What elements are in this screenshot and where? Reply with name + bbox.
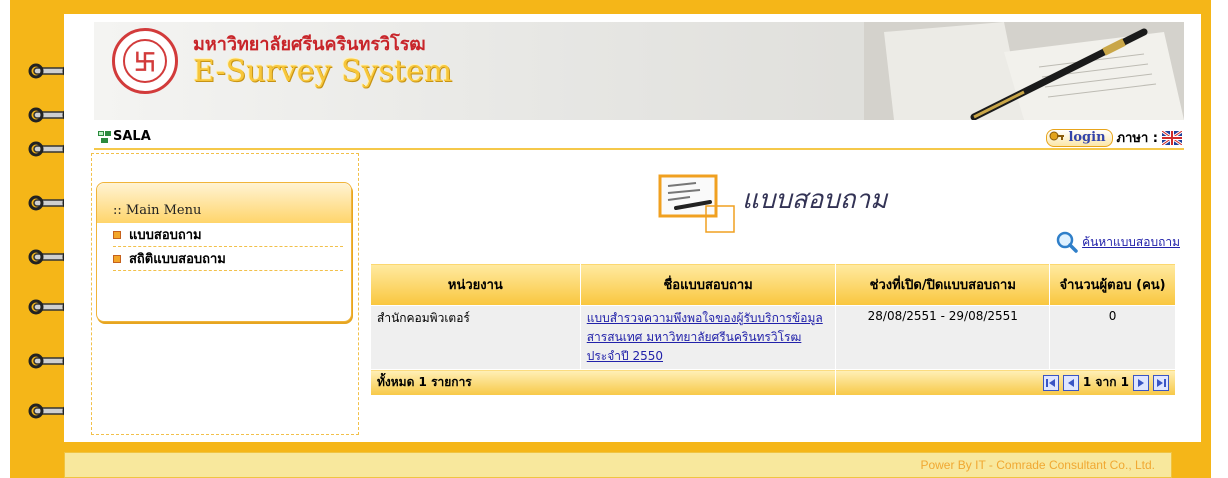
column-header-period: ช่วงที่เปิด/ปิดแบบสอบถาม — [835, 263, 1051, 306]
university-emblem-icon: 卐 — [123, 39, 167, 83]
sidebar-item-survey-stats[interactable]: สถิติแบบสอบถาม — [113, 247, 343, 271]
next-page-icon[interactable] — [1133, 374, 1149, 391]
page-title: แบบสอบถาม — [742, 184, 888, 215]
site-label: SALA — [98, 129, 151, 144]
column-header-survey-name: ชื่อแบบสอบถาม — [579, 263, 837, 306]
table-row: สำนักคอมพิวเตอร์ แบบสำรวจความพึงพอใจของผ… — [370, 305, 1176, 370]
pager-cell: 1 จาก 1 — [835, 369, 1176, 396]
page-heading: แบบสอบถาม — [656, 172, 887, 234]
page-indicator: 1 จาก 1 — [1082, 375, 1129, 389]
login-button[interactable]: login — [1046, 128, 1113, 147]
column-header-respondents: จำนวนผู้ตอบ (คน) — [1049, 263, 1176, 306]
first-page-icon[interactable] — [1042, 374, 1059, 391]
network-icon — [98, 130, 111, 143]
key-icon — [1049, 131, 1065, 140]
survey-name-cell: แบบสำรวจความพึงพอใจของผู้รับบริการข้อมูล… — [579, 305, 837, 370]
footer: Power By IT - Comrade Consultant Co., Lt… — [64, 452, 1172, 478]
last-page-icon[interactable] — [1153, 374, 1169, 391]
search-survey-link[interactable]: ค้นหาแบบสอบถาม — [1082, 233, 1180, 252]
survey-link[interactable]: แบบสำรวจความพึงพอใจของผู้รับบริการข้อมูล… — [587, 311, 823, 363]
period-cell: 28/08/2551 - 29/08/2551 — [835, 305, 1051, 370]
survey-table: หน่วยงาน ชื่อแบบสอบถาม ช่วงที่เปิด/ปิดแบ… — [369, 263, 1176, 396]
total-count: ทั้งหมด 1 รายการ — [369, 369, 837, 396]
sidebar: :: Main Menu แบบสอบถาม สถิติแบบสอบถาม — [91, 153, 359, 435]
main-menu: :: Main Menu แบบสอบถาม สถิติแบบสอบถาม — [96, 182, 352, 322]
uk-flag-icon[interactable] — [1162, 130, 1182, 145]
table-footer-row: ทั้งหมด 1 รายการ 1 จาก 1 — [369, 369, 1176, 396]
top-bar: SALA login ภาษา : — [94, 126, 1184, 150]
pager: 1 จาก 1 — [842, 373, 1169, 392]
table-header-row: หน่วยงาน ชื่อแบบสอบถาม ช่วงที่เปิด/ปิดแบ… — [370, 263, 1176, 306]
sidebar-item-label: สถิติแบบสอบถาม — [129, 252, 226, 267]
bullet-icon — [113, 230, 121, 239]
prev-page-icon[interactable] — [1062, 374, 1079, 391]
system-title: E-Survey System — [193, 54, 453, 89]
page-paper: 卐 มหาวิทยาลัยศรีนครินทรวิโรฒ E-Survey Sy… — [64, 14, 1201, 442]
language-label: ภาษา : — [1116, 131, 1158, 146]
pen-and-paper-decoration-icon — [864, 22, 1184, 120]
survey-document-icon — [658, 174, 735, 233]
site-label-text: SALA — [113, 129, 151, 144]
sidebar-item-surveys[interactable]: แบบสอบถาม — [113, 223, 343, 247]
search-icon[interactable] — [1056, 231, 1078, 253]
bullet-icon — [113, 254, 121, 263]
login-area: login ภาษา : — [1046, 127, 1182, 148]
department-cell: สำนักคอมพิวเตอร์ — [370, 305, 581, 370]
login-label: login — [1068, 130, 1106, 145]
header-banner: 卐 มหาวิทยาลัยศรีนครินทรวิโรฒ E-Survey Sy… — [94, 22, 1184, 120]
search-survey: ค้นหาแบบสอบถาม — [1056, 231, 1180, 253]
powered-by: Power By IT - Comrade Consultant Co., Lt… — [920, 458, 1155, 472]
respondents-cell: 0 — [1049, 305, 1176, 370]
university-logo: 卐 — [112, 28, 178, 94]
main-menu-title: :: Main Menu — [97, 183, 351, 223]
sidebar-item-label: แบบสอบถาม — [129, 228, 202, 243]
main-content: แบบสอบถาม ค้นหาแบบสอบถาม หน่วยงาน ชื่อแบ… — [360, 153, 1184, 435]
column-header-department: หน่วยงาน — [370, 263, 581, 306]
